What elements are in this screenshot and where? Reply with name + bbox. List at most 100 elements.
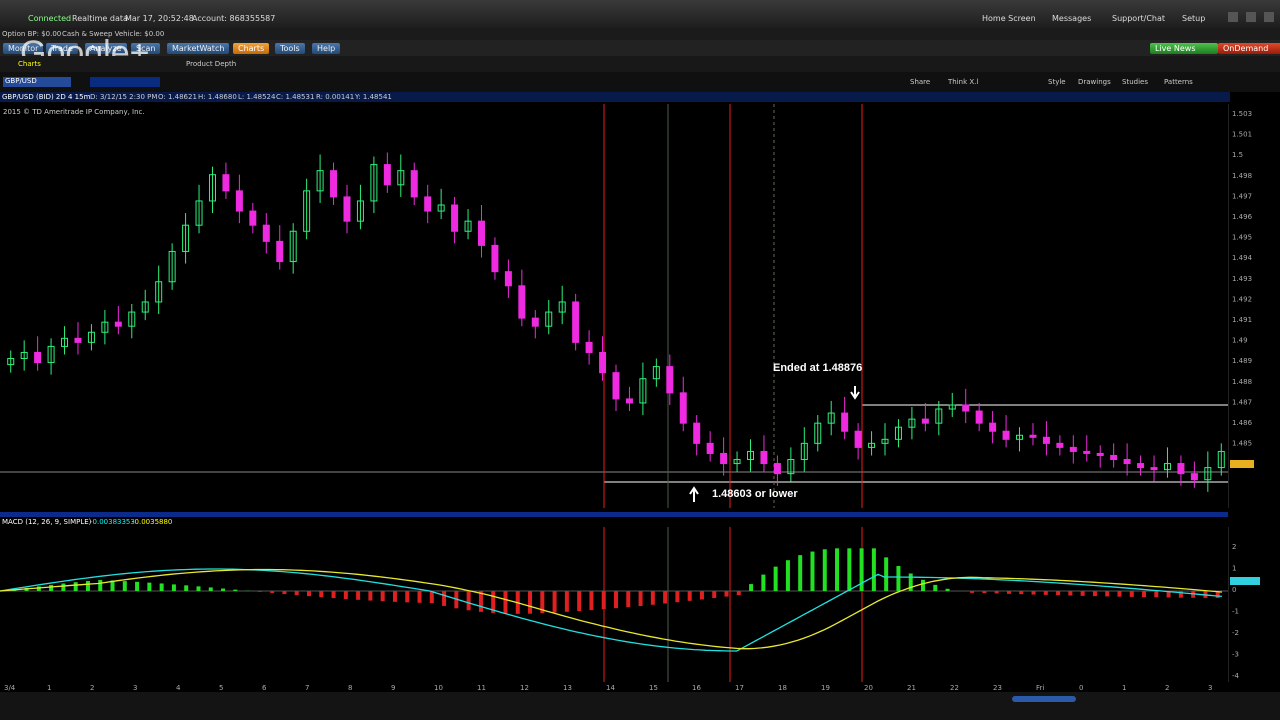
maximize-icon[interactable] — [1246, 12, 1256, 22]
candle-body — [1002, 430, 1010, 440]
candle-body — [477, 220, 485, 246]
macd-histogram-bar — [85, 580, 90, 591]
drawings-button[interactable]: Drawings — [1078, 78, 1111, 86]
macd-histogram-bar — [798, 555, 803, 591]
candle-body — [114, 321, 122, 327]
price-chart[interactable] — [0, 104, 1228, 508]
live-news-button[interactable]: Live News — [1150, 43, 1218, 54]
candle-body — [1190, 473, 1198, 481]
macd-histogram-bar — [233, 589, 238, 591]
time-tick-label: 4 — [176, 684, 181, 692]
thinkx-button[interactable]: Think X.l — [948, 78, 978, 86]
bar-y: Y: 1.48541 — [355, 93, 392, 101]
chart-tabs-row: Charts Product Depth — [0, 56, 1280, 72]
support-chat-link[interactable]: Support/Chat — [1112, 14, 1165, 23]
macd-histogram-bar — [945, 588, 950, 591]
time-tick-label: 5 — [219, 684, 223, 692]
main-nav: Monitor Trade Analyze Scan MarketWatch C… — [0, 40, 1280, 56]
studies-button[interactable]: Studies — [1122, 78, 1148, 86]
messages-link[interactable]: Messages — [1052, 14, 1091, 23]
tab-charts[interactable]: Charts — [233, 43, 270, 54]
macd-label: MACD (12, 26, 9, SIMPLE) — [2, 518, 92, 526]
macd-histogram-bar — [380, 591, 385, 602]
price-tick-label: 1.498 — [1232, 172, 1252, 180]
price-tick-label: 1.487 — [1232, 398, 1252, 406]
macd-histogram-bar — [528, 591, 533, 614]
symbol-input[interactable]: GBP/USD — [3, 77, 71, 87]
candle-body — [34, 351, 42, 364]
tab-tools[interactable]: Tools — [275, 43, 305, 54]
macd-histogram-bar — [1031, 591, 1036, 595]
macd-histogram-bar — [896, 566, 901, 591]
macd-header: MACD (12, 26, 9, SIMPLE) -0.00383353 -0.… — [0, 517, 1228, 527]
setup-link[interactable]: Setup — [1182, 14, 1205, 23]
time-tick-label: 14 — [606, 684, 615, 692]
patterns-button[interactable]: Patterns — [1164, 78, 1193, 86]
macd-histogram-bar — [736, 591, 741, 596]
macd-histogram-bar — [773, 566, 778, 591]
candle-body — [625, 398, 633, 404]
time-tick-label: 23 — [993, 684, 1002, 692]
macd-histogram-bar — [368, 591, 373, 601]
product-depth-subtab[interactable]: Product Depth — [186, 60, 236, 68]
candle-body — [491, 244, 499, 273]
style-button[interactable]: Style — [1048, 78, 1066, 86]
macd-histogram-bar — [1080, 591, 1085, 596]
tab-marketwatch[interactable]: MarketWatch — [167, 43, 230, 54]
account-number[interactable]: Account: 868355587 — [192, 14, 275, 23]
chart-title: GBP/USD (BID) 2D 4 15m — [2, 93, 91, 101]
close-icon[interactable] — [1264, 12, 1274, 22]
macd-histogram-bar — [577, 591, 582, 612]
macd-histogram-bar — [663, 591, 668, 604]
macd-histogram-bar — [307, 591, 311, 597]
candle-body — [693, 422, 701, 444]
bar-date: D: 3/12/15 2:30 PM — [90, 93, 158, 101]
macd-histogram-bar — [1129, 591, 1134, 597]
macd-value: -0.00383353 — [90, 518, 135, 526]
candle-body — [531, 317, 539, 327]
down-arrow-icon — [850, 386, 860, 400]
minimize-icon[interactable] — [1228, 12, 1238, 22]
top-status-bar: Connected Realtime data Mar 17, 20:52:48… — [0, 0, 1280, 28]
price-tick-label: 1.493 — [1232, 275, 1252, 283]
time-tick-label: Fri — [1036, 684, 1044, 692]
macd-histogram-bar — [196, 586, 201, 591]
macd-histogram-bar — [503, 591, 508, 614]
tab-help[interactable]: Help — [312, 43, 341, 54]
macd-histogram-bar — [761, 574, 766, 591]
horizontal-scrollbar[interactable] — [1012, 696, 1076, 702]
price-tick-label: 1.485 — [1232, 440, 1252, 448]
candle-body — [330, 170, 338, 198]
time-tick-label: 16 — [692, 684, 701, 692]
macd-histogram-bar — [982, 591, 987, 594]
ondemand-button[interactable]: OnDemand — [1218, 43, 1280, 54]
macd-histogram-bar — [724, 591, 729, 597]
datetime: Mar 17, 20:52:48 — [125, 14, 194, 23]
macd-histogram-bar — [257, 591, 262, 592]
price-tick-label: 1.5 — [1232, 151, 1243, 159]
macd-histogram-bar — [712, 591, 717, 599]
time-axis: 3/4 1 2 3 4 5 6 7 8 9 10 11 12 13 14 15 16 17 18 19 20 21 22 23… — [4, 684, 1212, 692]
macd-histogram-bar — [589, 591, 594, 611]
macd-chart[interactable] — [0, 527, 1228, 682]
candle-body — [1137, 463, 1145, 469]
macd-histogram-bar — [122, 581, 127, 591]
charts-subtab[interactable]: Charts — [18, 60, 41, 68]
candle-body — [666, 366, 674, 394]
bar-high: H: 1.48680 — [198, 93, 237, 101]
share-button[interactable]: Share — [910, 78, 930, 86]
time-tick-label: 3 — [133, 684, 137, 692]
macd-histogram-bar — [208, 587, 213, 591]
bar-close: C: 1.48531 — [276, 93, 315, 101]
time-tick-label: 3/4 — [4, 684, 16, 692]
macd-histogram-bar — [1006, 591, 1011, 594]
macd-histogram-bar — [392, 591, 397, 602]
macd-histogram-bar — [749, 584, 754, 591]
macd-histogram-bar — [822, 549, 827, 591]
home-screen-link[interactable]: Home Screen — [982, 14, 1036, 23]
macd-histogram-bar — [699, 591, 704, 600]
price-tick-label: 1.492 — [1232, 295, 1252, 303]
price-tick-label: 1.503 — [1232, 110, 1252, 118]
macd-histogram-bar — [135, 581, 140, 591]
macd-histogram-bar — [270, 591, 275, 593]
